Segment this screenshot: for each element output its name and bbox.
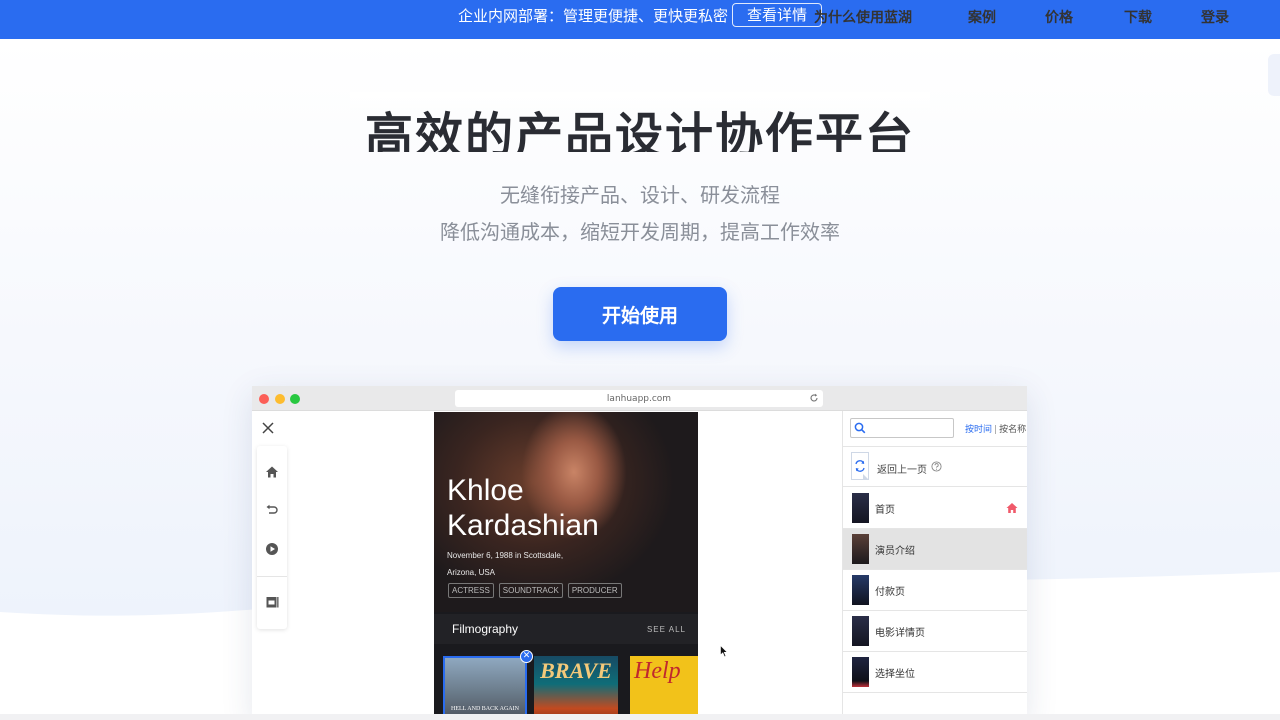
poster-title: BRAVE [540, 658, 612, 683]
hero-subtitle-line1: 无缝衔接产品、设计、研发流程 [500, 183, 780, 207]
page-thumbnail [852, 616, 869, 646]
actor-name: Khloe Kardashian [447, 474, 599, 542]
page-list-panel: 按时间 | 按名称 返回上一页 首页 演员介绍 付款页 电影详情页 选择坐位 [842, 411, 1027, 720]
remove-badge-icon[interactable]: ✕ [520, 650, 533, 663]
nav-item-download[interactable]: 下载 [1124, 7, 1152, 27]
search-icon [854, 422, 866, 434]
page-item-label: 电影详情页 [875, 628, 925, 639]
play-icon [266, 543, 278, 555]
banner-text: 企业内网部署：管理更便捷、更快更私密 [457, 7, 728, 25]
address-bar-url: lanhuapp.com [606, 393, 672, 404]
address-bar: lanhuapp.com [455, 390, 823, 407]
register-button-edge[interactable] [1268, 54, 1280, 96]
mouse-cursor-icon [720, 645, 728, 658]
sort-divider: | [994, 425, 998, 435]
reload-icon [810, 393, 818, 402]
hero-title-text: 高效的产品设计协作平台 [364, 108, 915, 152]
sort-by-time-link[interactable]: 按时间 [965, 425, 992, 435]
page-item-home[interactable]: 首页 [843, 488, 1027, 529]
window-close-dot [259, 394, 269, 404]
tag-actress: ACTRESS [448, 583, 494, 598]
window-maximize-dot [290, 394, 300, 404]
movie-poster[interactable]: Help [630, 656, 698, 720]
prototype-phone-screen: Khloe Kardashian November 6, 1988 in Sco… [434, 412, 698, 720]
actor-role-tags: ACTRESS SOUNDTRACK PRODUCER [448, 583, 622, 598]
movie-poster[interactable]: BRAVE [534, 656, 618, 720]
back-to-previous-row[interactable]: 返回上一页 [843, 447, 1027, 487]
page-item-label: 付款页 [875, 587, 905, 598]
page-item-label: 选择坐位 [875, 669, 915, 680]
filmography-header: Filmography SEE ALL [434, 614, 698, 644]
page-item-payment[interactable]: 付款页 [843, 570, 1027, 611]
annotation-icon [266, 597, 279, 608]
actor-birth-info: November 6, 1988 in Scottsdale, Arizona,… [447, 551, 564, 577]
page-thumbnail [852, 575, 869, 605]
home-icon [266, 466, 278, 478]
nav-item-login[interactable]: 登录 [1201, 7, 1229, 27]
tag-soundtrack: SOUNDTRACK [498, 583, 563, 598]
poster-title: HELL AND BACK AGAIN [451, 706, 519, 712]
nav-item-pricing[interactable]: 价格 [1045, 7, 1073, 27]
nav-item-cases[interactable]: 案例 [968, 7, 996, 27]
page-thumbnail [852, 534, 869, 564]
hero-subtitle-line2: 降低沟通成本，缩短开发周期，提高工作效率 [440, 220, 840, 244]
filmography-title: Filmography [452, 622, 519, 636]
page-item-movie-detail[interactable]: 电影详情页 [843, 611, 1027, 652]
sort-options: 按时间 | 按名称 [965, 422, 1026, 435]
back-to-previous-label: 返回上一页 [877, 465, 927, 476]
bottom-edge [0, 714, 1280, 720]
page-item-select-seat[interactable]: 选择坐位 [843, 652, 1027, 693]
sort-by-name-link[interactable]: 按名称 [999, 425, 1026, 435]
window-minimize-dot [275, 394, 285, 404]
hero-title: 高效的产品设计协作平台 [0, 92, 1280, 152]
page-thumbnail [852, 657, 869, 687]
preview-toolbar [257, 446, 287, 629]
page-item-label: 演员介绍 [875, 546, 915, 557]
back-page-icon [851, 452, 869, 480]
close-icon [262, 422, 274, 434]
page-search-input[interactable] [850, 418, 954, 438]
page-item-actor-intro[interactable]: 演员介绍 [843, 529, 1027, 570]
poster-title: Help [634, 658, 681, 684]
movie-poster[interactable]: HELL AND BACK AGAIN [443, 656, 527, 720]
undo-icon [266, 504, 278, 514]
page-item-label: 首页 [875, 505, 895, 516]
page-thumbnail [852, 493, 869, 523]
toolbar-divider [257, 576, 287, 577]
see-all-link[interactable]: SEE ALL [647, 625, 686, 634]
top-announcement-banner: 企业内网部署：管理更便捷、更快更私密 查看详情 [0, 0, 1280, 39]
tag-producer: PRODUCER [567, 583, 622, 598]
home-badge-icon [1006, 503, 1018, 513]
browser-title-bar: lanhuapp.com [252, 386, 1027, 411]
view-details-button[interactable]: 查看详情 [732, 2, 823, 27]
product-preview-browser: lanhuapp.com Khloe Kardashian November 6… [252, 386, 1027, 720]
nav-item-why-lanhu[interactable]: 为什么使用蓝湖 [814, 7, 912, 27]
start-using-button[interactable]: 开始使用 [553, 287, 727, 341]
help-icon[interactable] [931, 461, 942, 472]
